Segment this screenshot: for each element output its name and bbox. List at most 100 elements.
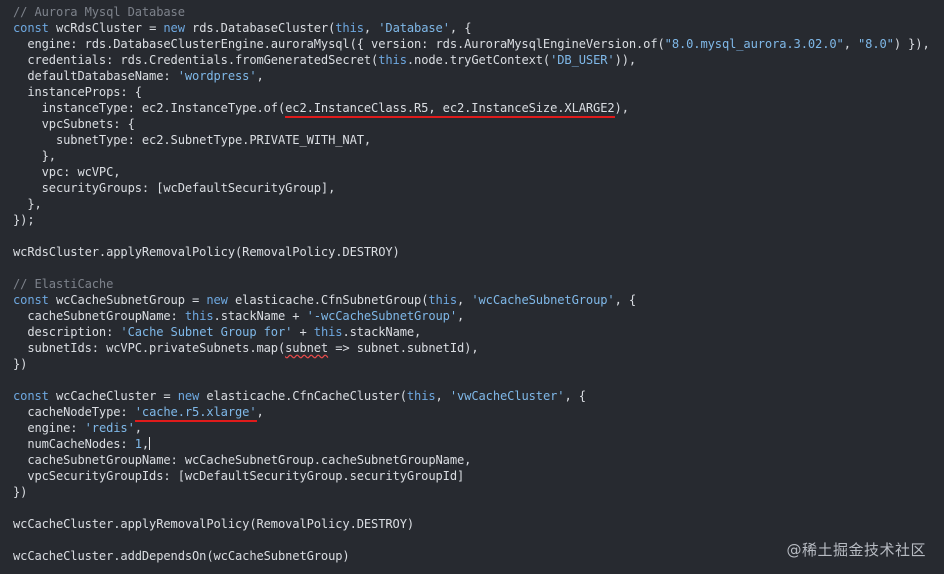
string-literal: 'vwCacheCluster' <box>449 389 565 403</box>
code-text: numCacheNodes: <box>13 437 135 451</box>
code-line: }, <box>0 148 944 164</box>
code-line: instanceType: ec2.InstanceType.of(ec2.In… <box>0 100 944 118</box>
code-text: defaultDatabaseName: <box>13 69 178 83</box>
keyword: new <box>163 21 185 35</box>
code-text: , <box>134 421 142 435</box>
code-text: credentials: rds.Credentials.fromGenerat… <box>13 53 379 67</box>
keyword: this <box>313 325 343 339</box>
code-text: cacheNodeType: <box>13 405 135 419</box>
code-line: description: 'Cache Subnet Group for' + … <box>0 324 944 340</box>
code-text: elasticache.CfnCacheCluster( <box>199 389 407 403</box>
code-text: }); <box>13 213 35 227</box>
code-line: defaultDatabaseName: 'wordpress', <box>0 68 944 84</box>
code-line: wcRdsCluster.applyRemovalPolicy(RemovalP… <box>0 244 944 260</box>
code-text: vpcSubnets: { <box>13 117 135 131</box>
code-text: .stackName + <box>213 309 307 323</box>
code-line: vpcSubnets: { <box>0 116 944 132</box>
code-text: , <box>363 21 379 35</box>
code-text: , <box>435 389 450 403</box>
lint-warning-subnet[interactable]: subnet <box>285 341 328 355</box>
code-line: cacheSubnetGroupName: wcCacheSubnetGroup… <box>0 452 944 468</box>
watermark: @稀土掘金技术社区 <box>786 541 926 559</box>
code-text: , <box>256 69 264 83</box>
string-literal: '-wcCacheSubnetGroup' <box>306 309 458 323</box>
code-text: vpc: wcVPC, <box>13 165 121 179</box>
code-editor[interactable]: // Aurora Mysql Database const wcRdsClus… <box>0 0 944 574</box>
string-literal: 'Database' <box>378 21 450 35</box>
code-text: ), <box>614 101 629 115</box>
code-text: => subnet.subnetId), <box>328 341 479 355</box>
code-text: ) }), <box>893 37 930 51</box>
keyword: this <box>378 53 407 67</box>
string-literal: 'redis' <box>84 421 135 435</box>
string-literal: 'wcCacheSubnetGroup' <box>471 293 615 307</box>
code-text: instanceType: ec2.InstanceType.of( <box>13 101 286 115</box>
code-line: const wcCacheCluster = new elasticache.C… <box>0 388 944 404</box>
code-line: subnetType: ec2.SubnetType.PRIVATE_WITH_… <box>0 132 944 148</box>
code-line: }, <box>0 196 944 212</box>
code-text: cacheSubnetGroupName: <box>13 309 185 323</box>
code-text: , <box>843 37 859 51</box>
code-line: securityGroups: [wcDefaultSecurityGroup]… <box>0 180 944 196</box>
code-text: wcCacheCluster.addDependsOn(wcCacheSubne… <box>13 549 350 563</box>
code-text: securityGroups: [wcDefaultSecurityGroup]… <box>13 181 336 195</box>
code-text: wcRdsCluster.applyRemovalPolicy(RemovalP… <box>13 245 400 259</box>
code-text: wcCacheCluster = <box>48 389 178 403</box>
highlight-cache-node-type: 'cache.r5.xlarge' <box>134 405 257 422</box>
code-text: description: <box>13 325 121 339</box>
code-text: }, <box>13 197 42 211</box>
code-text: subnetIds: wcVPC.privateSubnets.map( <box>13 341 286 355</box>
code-text: .stackName, <box>342 325 422 339</box>
code-line: vpcSecurityGroupIds: [wcDefaultSecurityG… <box>0 468 944 484</box>
code-text: , <box>457 309 465 323</box>
code-text: rds.DatabaseCluster( <box>184 21 336 35</box>
code-text: cacheSubnetGroupName: wcCacheSubnetGroup… <box>13 453 472 467</box>
code-text: elasticache.CfnSubnetGroup( <box>227 293 429 307</box>
keyword: this <box>428 293 458 307</box>
code-line: }); <box>0 212 944 228</box>
keyword: this <box>335 21 364 35</box>
highlight-instance-class: ec2.InstanceClass.R5, ec2.InstanceSize.X… <box>285 101 615 118</box>
code-line: wcCacheCluster.applyRemovalPolicy(Remova… <box>0 516 944 532</box>
code-line: cacheSubnetGroupName: this.stackName + '… <box>0 308 944 324</box>
comment: // Aurora Mysql Database <box>13 5 185 19</box>
keyword: new <box>206 293 228 307</box>
code-text: , { <box>564 389 586 403</box>
text-cursor <box>149 437 151 450</box>
string-literal: 'wordpress' <box>177 69 257 83</box>
code-line: engine: 'redis', <box>0 420 944 436</box>
code-line: }) <box>0 356 944 372</box>
code-text: subnetType: ec2.SubnetType.PRIVATE_WITH_… <box>13 133 372 147</box>
keyword: this <box>406 389 436 403</box>
code-text: wcCacheCluster.applyRemovalPolicy(Remova… <box>13 517 415 531</box>
code-text: }, <box>13 149 56 163</box>
code-line: credentials: rds.Credentials.fromGenerat… <box>0 52 944 68</box>
code-line: // Aurora Mysql Database <box>0 4 944 20</box>
string-literal: 'DB_USER' <box>550 53 615 67</box>
code-text: engine: rds.DatabaseClusterEngine.aurora… <box>13 37 665 51</box>
code-text: instanceProps: { <box>13 85 142 99</box>
string-literal: "8.0.mysql_aurora.3.02.0" <box>664 37 844 51</box>
code-text: wcCacheSubnetGroup = <box>48 293 207 307</box>
code-line: cacheNodeType: 'cache.r5.xlarge', <box>0 404 944 422</box>
code-text: , { <box>614 293 637 307</box>
keyword: const <box>13 293 49 307</box>
code-line: engine: rds.DatabaseClusterEngine.aurora… <box>0 36 944 52</box>
string-literal: "8.0" <box>858 37 894 51</box>
keyword: new <box>177 389 200 403</box>
code-line: const wcRdsCluster = new rds.DatabaseClu… <box>0 20 944 36</box>
code-text: .node.tryGetContext( <box>406 53 551 67</box>
code-text: vpcSecurityGroupIds: [wcDefaultSecurityG… <box>13 469 465 483</box>
code-text: , <box>141 437 150 451</box>
code-text: wcRdsCluster = <box>48 21 164 35</box>
code-line: const wcCacheSubnetGroup = new elasticac… <box>0 292 944 308</box>
code-line: instanceProps: { <box>0 84 944 100</box>
code-text: , <box>256 405 264 419</box>
code-text: , <box>457 293 472 307</box>
code-line: // ElastiCache <box>0 276 944 292</box>
code-text: )), <box>614 53 637 67</box>
